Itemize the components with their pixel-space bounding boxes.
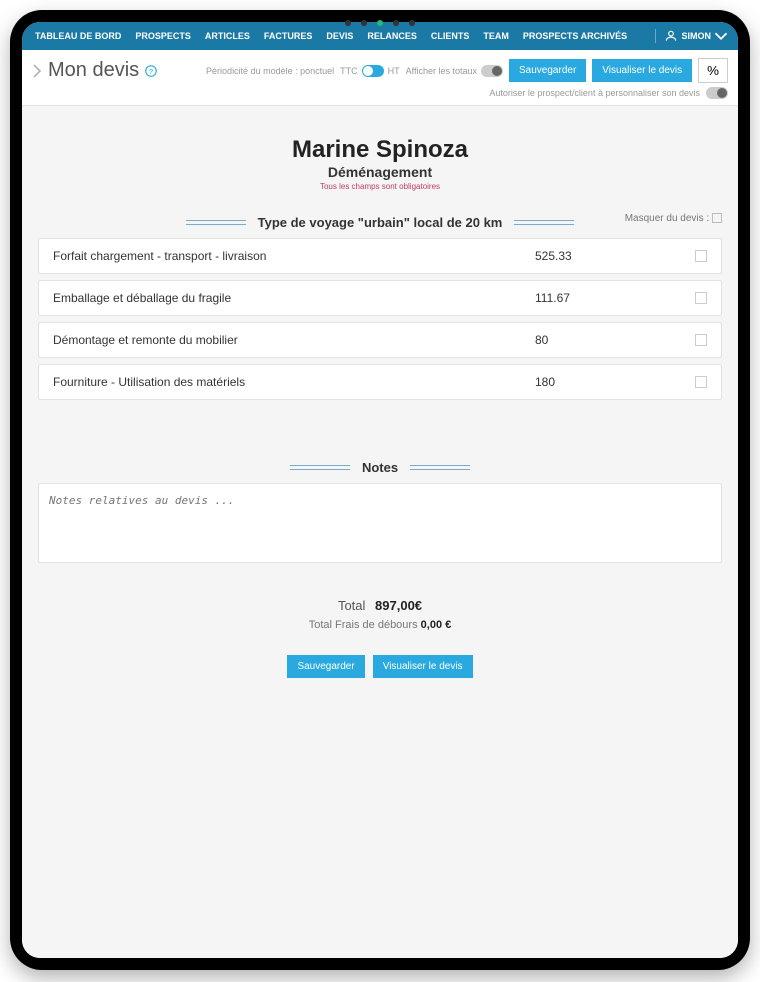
- user-menu[interactable]: SIMON: [660, 29, 732, 43]
- nav-team[interactable]: TEAM: [476, 31, 516, 41]
- total-value: 897,00€: [375, 598, 422, 613]
- screen: TABLEAU DE BORD PROSPECTS ARTICLES FACTU…: [22, 22, 738, 958]
- page-title: Mon devis ?: [32, 59, 157, 82]
- fees-label: Total Frais de débours: [309, 619, 418, 631]
- nav-clients[interactable]: CLIENTS: [424, 31, 477, 41]
- notes-textarea[interactable]: [38, 483, 722, 563]
- bottom-buttons: Sauvegarder Visualiser le devis: [38, 655, 722, 678]
- line-label: Emballage et déballage du fragile: [53, 291, 535, 305]
- title-decoration-left: [186, 220, 246, 225]
- title-decoration-right: [410, 465, 470, 470]
- line-price-input[interactable]: [535, 291, 675, 305]
- chevron-right-icon: [32, 63, 42, 79]
- nav-relances[interactable]: RELANCES: [360, 31, 424, 41]
- nav-devis[interactable]: DEVIS: [319, 31, 360, 41]
- section-title-row: Type de voyage "urbain" local de 20 km M…: [38, 215, 722, 230]
- nav-divider: [655, 29, 656, 43]
- line-item: Fourniture - Utilisation des matériels: [38, 364, 722, 400]
- user-icon: [664, 29, 678, 43]
- total-label: Total: [338, 598, 365, 613]
- client-name: Marine Spinoza: [38, 136, 722, 164]
- percent-icon: %: [707, 63, 719, 78]
- nav-articles[interactable]: ARTICLES: [198, 31, 257, 41]
- fees-value: 0,00 €: [421, 619, 452, 631]
- camera-bar: [345, 20, 415, 26]
- authorize-toggle[interactable]: [706, 87, 728, 99]
- authorize-label: Autoriser le prospect/client à personnal…: [489, 88, 700, 98]
- line-checkbox[interactable]: [695, 292, 707, 304]
- content: Marine Spinoza Déménagement Tous les cha…: [22, 106, 738, 958]
- hide-from-quote[interactable]: Masquer du devis :: [625, 213, 722, 224]
- nav-prospects[interactable]: PROSPECTS: [128, 31, 198, 41]
- chevron-down-icon: [714, 31, 728, 41]
- line-item: Forfait chargement - transport - livrais…: [38, 238, 722, 274]
- svg-text:?: ?: [149, 67, 153, 76]
- nav-factures[interactable]: FACTURES: [257, 31, 320, 41]
- nav-tableau-de-bord[interactable]: TABLEAU DE BORD: [28, 31, 128, 41]
- client-header: Marine Spinoza Déménagement Tous les cha…: [38, 136, 722, 191]
- percent-button[interactable]: %: [698, 58, 728, 83]
- notes-title-row: Notes: [38, 460, 722, 475]
- ttc-ht-toggle[interactable]: [362, 65, 384, 77]
- title-decoration-left: [290, 465, 350, 470]
- save-button-bottom[interactable]: Sauvegarder: [287, 655, 364, 678]
- line-price-input[interactable]: [535, 333, 675, 347]
- title-decoration-right: [514, 220, 574, 225]
- page-title-label: Mon devis: [48, 59, 139, 82]
- periodicity-label: Périodicité du modèle : ponctuel: [206, 66, 334, 76]
- line-price-input[interactable]: [535, 249, 675, 263]
- show-totals-toggle[interactable]: [481, 65, 503, 77]
- line-label: Fourniture - Utilisation des matériels: [53, 375, 535, 389]
- top-nav: TABLEAU DE BORD PROSPECTS ARTICLES FACTU…: [22, 22, 738, 50]
- required-note: Tous les champs sont obligatoires: [38, 182, 722, 191]
- nav-prospects-archives[interactable]: PROSPECTS ARCHIVÉS: [516, 31, 634, 41]
- totals: Total 897,00€ Total Frais de débours 0,0…: [38, 598, 722, 631]
- show-totals-label: Afficher les totaux: [406, 66, 477, 76]
- notes-title: Notes: [362, 460, 398, 475]
- save-button[interactable]: Sauvegarder: [509, 59, 586, 82]
- view-quote-button[interactable]: Visualiser le devis: [592, 59, 692, 82]
- user-name-label: SIMON: [681, 31, 711, 41]
- help-icon[interactable]: ?: [145, 65, 157, 77]
- secondary-bar: Mon devis ? Périodicité du modèle : ponc…: [22, 50, 738, 106]
- hide-from-quote-checkbox[interactable]: [712, 213, 722, 223]
- line-item: Démontage et remonte du mobilier: [38, 322, 722, 358]
- line-checkbox[interactable]: [695, 334, 707, 346]
- hide-from-quote-label: Masquer du devis :: [625, 213, 710, 224]
- line-label: Démontage et remonte du mobilier: [53, 333, 535, 347]
- line-item: Emballage et déballage du fragile: [38, 280, 722, 316]
- line-price-input[interactable]: [535, 375, 675, 389]
- ttc-label: TTC: [340, 66, 358, 76]
- tablet-frame: TABLEAU DE BORD PROSPECTS ARTICLES FACTU…: [10, 10, 750, 970]
- line-checkbox[interactable]: [695, 250, 707, 262]
- view-quote-button-bottom[interactable]: Visualiser le devis: [373, 655, 473, 678]
- client-subtitle: Déménagement: [38, 164, 722, 180]
- section-title: Type de voyage "urbain" local de 20 km: [258, 215, 503, 230]
- line-label: Forfait chargement - transport - livrais…: [53, 249, 535, 263]
- line-checkbox[interactable]: [695, 376, 707, 388]
- ht-label: HT: [388, 66, 400, 76]
